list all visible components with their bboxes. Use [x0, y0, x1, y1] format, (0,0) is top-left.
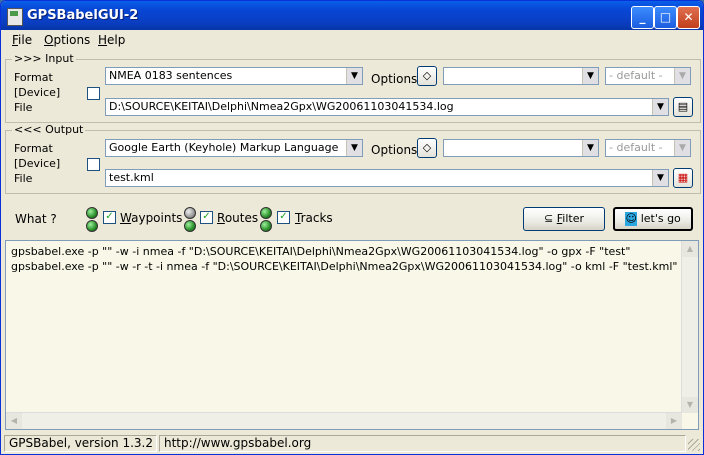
main-window: GPSBabelGUI-2 _ □ ✕ File Options Help >>…: [0, 0, 704, 455]
output-format-label: Format: [14, 142, 53, 155]
log-line: gpsbabel.exe -p "" -w -i nmea -f "D:\SOU…: [11, 245, 631, 258]
vertical-scrollbar[interactable]: ▲ ▼: [681, 241, 698, 413]
document-icon: ▤: [677, 100, 689, 113]
status-version: GPSBabel, version 1.3.2: [4, 435, 157, 452]
filter-icon: ⊆: [544, 212, 554, 225]
input-file-combo[interactable]: D:\SOURCE\KEITAI\Delphi\Nmea2Gpx\WG20061…: [105, 98, 669, 116]
minimize-button[interactable]: _: [631, 6, 654, 29]
filter-button[interactable]: ⊆ Filter: [523, 207, 605, 231]
input-options-select[interactable]: ▼: [443, 67, 599, 85]
routes-checkbox[interactable]: ✓: [200, 211, 213, 224]
runner-icon: ☺: [625, 212, 638, 226]
waypoints-label[interactable]: Waypoints: [120, 211, 182, 225]
input-device-checkbox[interactable]: [87, 87, 100, 100]
input-browse-button[interactable]: ▤: [673, 97, 693, 117]
horizontal-scrollbar[interactable]: ◀ ▶: [6, 412, 682, 429]
chevron-down-icon: ▼: [346, 140, 362, 156]
input-options-button[interactable]: ◇: [417, 66, 437, 86]
output-legend: <<< Output: [12, 123, 86, 136]
routes-status-led-icon: [184, 220, 196, 232]
save-file-icon: ▦: [677, 171, 689, 184]
menu-file[interactable]: File: [12, 33, 32, 47]
input-legend: >>> Input: [12, 52, 76, 65]
output-file-label: File: [14, 172, 33, 185]
output-format-select[interactable]: Google Earth (Keyhole) Markup Language ▼: [105, 139, 363, 157]
output-options-label: Options: [371, 143, 418, 157]
menu-bar: File Options Help: [1, 30, 703, 50]
input-options-label: Options: [371, 72, 418, 86]
command-log[interactable]: gpsbabel.exe -p "" -w -i nmea -f "D:\SOU…: [5, 240, 699, 430]
what-label: What ?: [15, 212, 57, 226]
output-save-button[interactable]: ▦: [673, 168, 693, 188]
log-line: gpsbabel.exe -p "" -w -r -t -i nmea -f "…: [11, 260, 678, 273]
input-default-select: - default - ▼: [605, 67, 691, 85]
chevron-down-icon: ▼: [652, 99, 668, 115]
tracks-status-led-icon: [260, 207, 272, 219]
chevron-down-icon: ▼: [674, 140, 690, 156]
scroll-down-icon[interactable]: ▼: [682, 397, 698, 413]
waypoints-checkbox[interactable]: ✓: [103, 211, 116, 224]
chevron-down-icon: ▼: [582, 140, 598, 156]
chevron-down-icon: ▼: [652, 170, 668, 186]
output-file-combo[interactable]: test.kml ▼: [105, 169, 669, 187]
tracks-label[interactable]: Tracks: [295, 211, 333, 225]
menu-options[interactable]: Options: [44, 33, 90, 47]
output-options-button[interactable]: ◇: [417, 138, 437, 158]
app-icon: [7, 8, 23, 26]
eraser-icon: ◇: [422, 141, 432, 154]
close-button[interactable]: ✕: [677, 6, 700, 29]
chevron-down-icon: ▼: [582, 68, 598, 84]
chevron-down-icon: ▼: [346, 68, 362, 84]
input-format-label: Format: [14, 71, 53, 84]
maximize-button[interactable]: □: [654, 6, 677, 29]
resize-grip-icon[interactable]: [688, 439, 700, 451]
chevron-down-icon: ▼: [674, 68, 690, 84]
input-device-label: [Device]: [14, 86, 61, 99]
routes-status-led-icon: [184, 207, 196, 219]
routes-label[interactable]: Routes: [217, 211, 258, 225]
status-url: http://www.gpsbabel.org: [159, 435, 686, 452]
scroll-right-icon[interactable]: ▶: [666, 413, 682, 429]
waypoints-status-led-icon: [86, 220, 98, 232]
scroll-up-icon[interactable]: ▲: [682, 241, 698, 257]
tracks-status-led-icon: [260, 220, 272, 232]
waypoints-status-led-icon: [86, 207, 98, 219]
output-options-select[interactable]: ▼: [443, 139, 599, 157]
output-device-label: [Device]: [14, 157, 61, 170]
tracks-checkbox[interactable]: ✓: [277, 211, 290, 224]
input-file-label: File: [14, 101, 33, 114]
output-default-select: - default - ▼: [605, 139, 691, 157]
eraser-icon: ◇: [422, 69, 432, 82]
status-bar: GPSBabel, version 1.3.2 http://www.gpsba…: [1, 433, 703, 454]
lets-go-button[interactable]: ☺ let's go: [613, 207, 693, 231]
title-bar[interactable]: GPSBabelGUI-2 _ □ ✕: [1, 1, 703, 30]
menu-help[interactable]: Help: [98, 33, 125, 47]
scroll-left-icon[interactable]: ◀: [6, 413, 22, 429]
output-device-checkbox[interactable]: [87, 158, 100, 171]
window-title: GPSBabelGUI-2: [27, 8, 139, 23]
input-format-select[interactable]: NMEA 0183 sentences ▼: [105, 67, 363, 85]
